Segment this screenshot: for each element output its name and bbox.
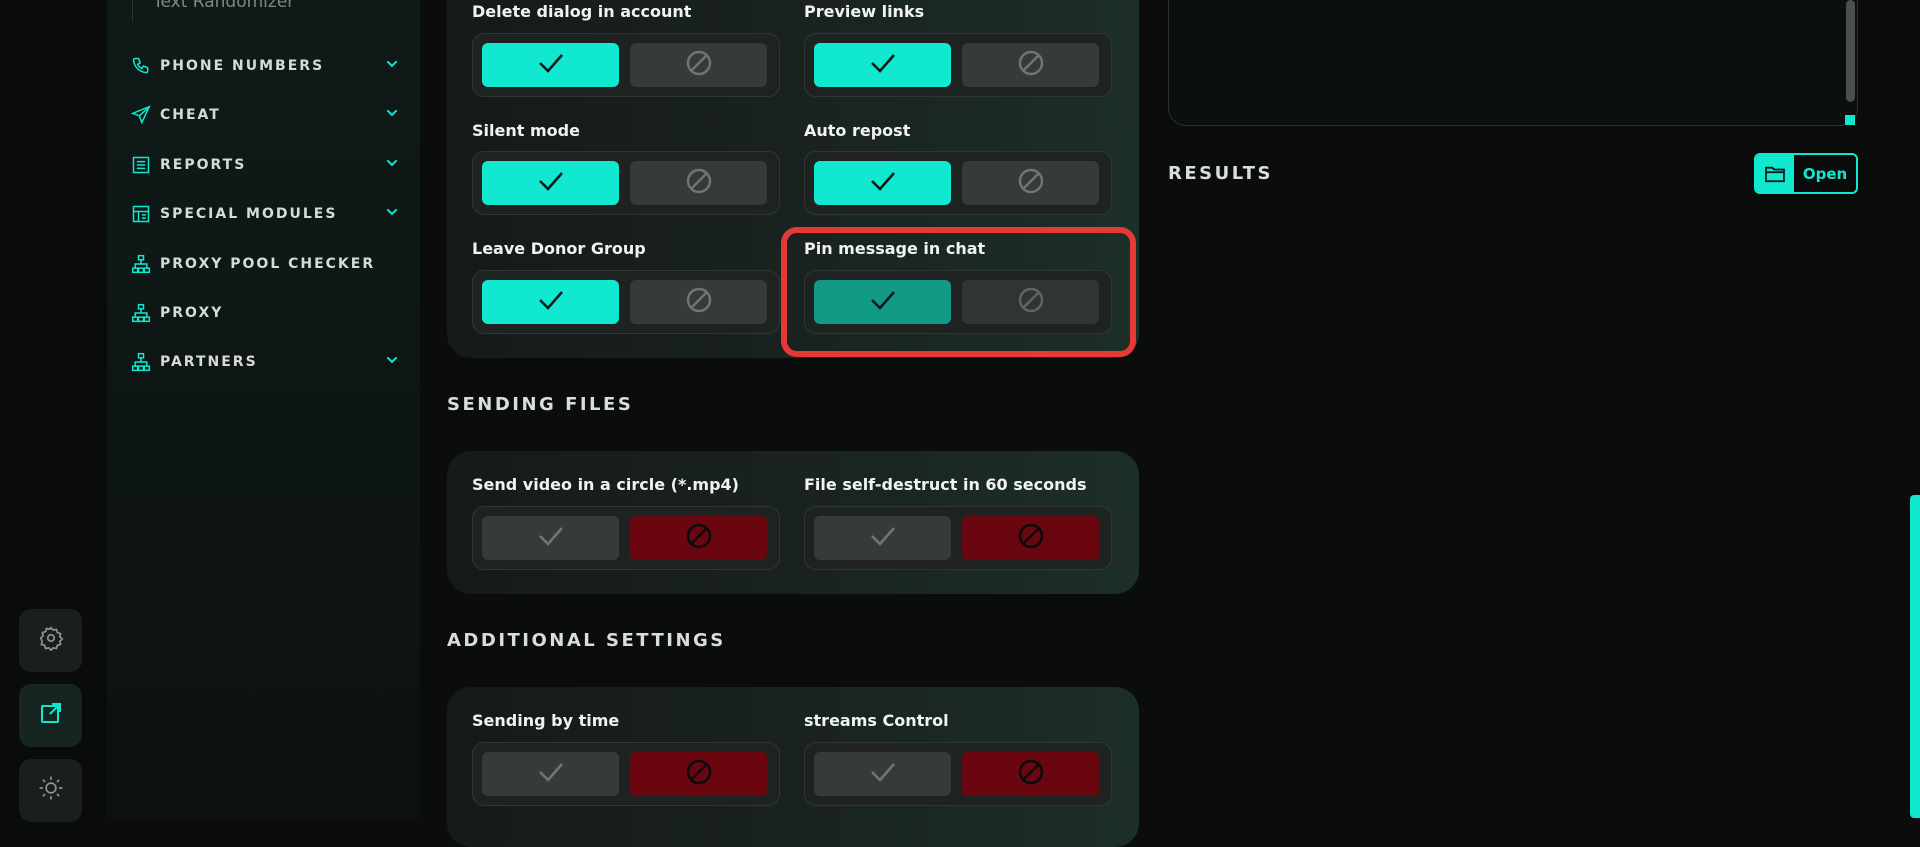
toggle-off-button[interactable] xyxy=(630,161,767,205)
network-icon xyxy=(130,351,152,373)
toggle-off-button[interactable] xyxy=(630,516,767,560)
phone-icon xyxy=(130,55,152,77)
block-icon xyxy=(1017,167,1045,200)
toggle-on-button[interactable] xyxy=(482,752,619,796)
check-icon xyxy=(869,170,897,197)
preview-links-toggle xyxy=(804,33,1112,97)
sidebar-item-proxy-pool-checker[interactable]: PROXY POOL CHECKER xyxy=(130,250,410,278)
block-icon xyxy=(685,286,713,319)
results-title: RESULTS xyxy=(1168,163,1273,184)
toggle-off-button[interactable] xyxy=(962,161,1099,205)
toggle-on-button[interactable] xyxy=(814,161,951,205)
option-label: Send video in a circle (*.mp4) xyxy=(472,475,739,494)
resize-handle[interactable] xyxy=(1845,115,1855,125)
sending-by-time-toggle xyxy=(472,742,780,806)
toggle-off-button[interactable] xyxy=(630,280,767,324)
folder-icon xyxy=(1756,155,1794,192)
toggle-on-button[interactable] xyxy=(482,43,619,87)
open-results-button[interactable]: Open xyxy=(1754,153,1858,194)
block-icon xyxy=(685,522,713,555)
delete-dialog-toggle xyxy=(472,33,780,97)
check-icon xyxy=(537,525,565,552)
page-scrollbar[interactable] xyxy=(1910,495,1920,818)
check-icon xyxy=(537,52,565,79)
network-icon xyxy=(130,253,152,275)
toggle-on-button[interactable] xyxy=(814,752,951,796)
option-label: Sending by time xyxy=(472,711,620,730)
section-title-additional-settings: ADDITIONAL SETTINGS xyxy=(447,630,726,651)
leave-donor-group-toggle xyxy=(472,270,780,334)
check-icon xyxy=(537,289,565,316)
block-icon xyxy=(685,758,713,791)
sidebar-item-proxy[interactable]: PROXY xyxy=(130,299,410,327)
highlight-box xyxy=(781,227,1136,357)
external-link-icon xyxy=(39,701,63,730)
check-icon xyxy=(537,761,565,788)
toggle-off-button[interactable] xyxy=(630,43,767,87)
textarea-scrollbar[interactable] xyxy=(1846,0,1855,102)
block-icon xyxy=(1017,49,1045,82)
check-icon xyxy=(869,761,897,788)
theme-toggle-button[interactable] xyxy=(19,759,82,822)
sidebar-subitem-text-randomizer[interactable]: Text Randomizer xyxy=(132,0,294,22)
network-icon xyxy=(130,302,152,324)
toggle-off-button[interactable] xyxy=(962,752,1099,796)
self-destruct-toggle xyxy=(804,506,1112,570)
chevron-down-icon xyxy=(384,155,400,176)
toggle-off-button[interactable] xyxy=(962,43,1099,87)
check-icon xyxy=(537,170,565,197)
sidebar-item-phone-numbers[interactable]: PHONE NUMBERS xyxy=(130,52,410,80)
open-external-button[interactable] xyxy=(19,684,82,747)
block-icon xyxy=(685,167,713,200)
sun-icon xyxy=(38,775,64,806)
option-label: Silent mode xyxy=(472,121,580,140)
modules-icon xyxy=(130,203,152,225)
sidebar-item-reports[interactable]: REPORTS xyxy=(130,151,410,179)
chevron-down-icon xyxy=(384,352,400,373)
toggle-on-button[interactable] xyxy=(814,516,951,560)
sidebar-item-cheat[interactable]: CHEAT xyxy=(130,101,410,129)
sidebar-item-partners[interactable]: PARTNERS xyxy=(130,348,410,376)
block-icon xyxy=(685,49,713,82)
silent-mode-toggle xyxy=(472,151,780,215)
toggle-on-button[interactable] xyxy=(482,516,619,560)
block-icon xyxy=(1017,522,1045,555)
gear-icon xyxy=(38,625,64,656)
message-textarea[interactable] xyxy=(1168,0,1858,126)
option-label: streams Control xyxy=(804,711,949,730)
video-circle-toggle xyxy=(472,506,780,570)
chevron-down-icon xyxy=(384,204,400,225)
auto-repost-toggle xyxy=(804,151,1112,215)
streams-control-toggle xyxy=(804,742,1112,806)
settings-button[interactable] xyxy=(19,609,82,672)
block-icon xyxy=(1017,758,1045,791)
toggle-on-button[interactable] xyxy=(482,280,619,324)
option-label: File self-destruct in 60 seconds xyxy=(804,475,1087,494)
toggle-on-button[interactable] xyxy=(814,43,951,87)
option-label: Delete dialog in account xyxy=(472,2,692,21)
sidebar-item-special-modules[interactable]: SPECIAL MODULES xyxy=(130,200,410,228)
chevron-down-icon xyxy=(384,56,400,77)
section-title-sending-files: SENDING FILES xyxy=(447,394,634,415)
option-label: Preview links xyxy=(804,2,925,21)
check-icon xyxy=(869,525,897,552)
send-icon xyxy=(130,104,152,126)
check-icon xyxy=(869,52,897,79)
report-icon xyxy=(130,154,152,176)
chevron-down-icon xyxy=(384,105,400,126)
option-label: Auto repost xyxy=(804,121,911,140)
toggle-off-button[interactable] xyxy=(962,516,1099,560)
toggle-on-button[interactable] xyxy=(482,161,619,205)
icon-rail xyxy=(0,0,107,822)
option-label: Leave Donor Group xyxy=(472,239,646,258)
toggle-off-button[interactable] xyxy=(630,752,767,796)
